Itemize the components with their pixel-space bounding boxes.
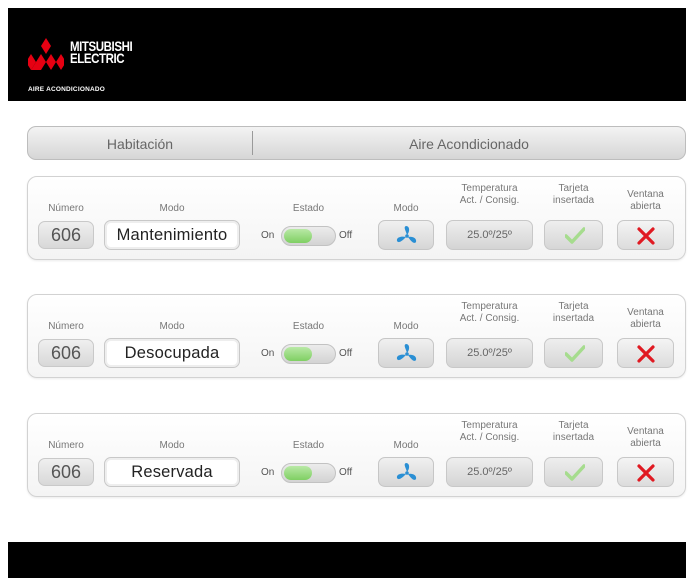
three-diamonds-icon — [28, 38, 64, 70]
ventana-abierta-indicator — [617, 338, 674, 368]
temperature-display: 25.0º/25º — [446, 338, 533, 368]
toggle-on-label: On — [261, 467, 275, 478]
estado-toggle[interactable] — [281, 463, 336, 483]
fan-icon — [396, 344, 417, 361]
room-mode-field[interactable]: Mantenimiento — [104, 220, 240, 250]
room-number: 606 — [38, 458, 94, 486]
brand-name: MITSUBISHI ELECTRIC — [70, 38, 133, 66]
modo-ac-label: Modo — [393, 203, 419, 214]
ventana-label: Ventana abierta — [627, 307, 664, 330]
numero-label: Número — [48, 440, 84, 451]
room-panel: Número Modo Estado Modo Temperatura Act. … — [27, 176, 686, 260]
estado-toggle[interactable] — [281, 226, 336, 246]
temperatura-label: Temperatura Act. / Consig. — [459, 301, 520, 324]
toggle-on-fill — [284, 466, 312, 480]
fan-icon — [396, 463, 417, 480]
numero-label: Número — [48, 203, 84, 214]
section-header: Habitación Aire Acondicionado — [27, 126, 686, 160]
ventana-label: Ventana abierta — [627, 189, 664, 212]
header-aire-acondicionado: Aire Acondicionado — [409, 136, 529, 152]
estado-label: Estado — [292, 440, 325, 451]
tarjeta-insertada-indicator — [544, 457, 603, 487]
modo-ac-label: Modo — [393, 440, 419, 451]
room-panel: Número Modo Estado Modo Temperatura Act. … — [27, 294, 686, 378]
check-icon — [565, 345, 585, 362]
mitsubishi-logo: MITSUBISHI ELECTRIC AIRE ACONDICIONADO — [28, 34, 178, 93]
check-icon — [565, 227, 585, 244]
temperatura-label: Temperatura Act. / Consig. — [459, 420, 520, 443]
room-number: 606 — [38, 221, 94, 249]
ac-mode-button[interactable] — [378, 220, 434, 250]
modo-label: Modo — [159, 321, 185, 332]
ventana-abierta-indicator — [617, 220, 674, 250]
modo-label: Modo — [159, 440, 185, 451]
room-mode-field[interactable]: Reservada — [104, 457, 240, 487]
close-x-icon — [637, 464, 655, 482]
bottom-bar — [8, 542, 686, 578]
top-bar: MITSUBISHI ELECTRIC AIRE ACONDICIONADO — [8, 8, 686, 101]
brand-subtitle: AIRE ACONDICIONADO — [28, 86, 106, 93]
modo-label: Modo — [159, 203, 185, 214]
estado-label: Estado — [292, 203, 325, 214]
ventana-label: Ventana abierta — [627, 426, 664, 449]
toggle-off-label: Off — [339, 348, 353, 359]
ventana-abierta-indicator — [617, 457, 674, 487]
estado-label: Estado — [292, 321, 325, 332]
tarjeta-label: Tarjeta insertada — [552, 420, 595, 443]
close-x-icon — [637, 345, 655, 363]
close-x-icon — [637, 227, 655, 245]
toggle-on-label: On — [261, 348, 275, 359]
tarjeta-label: Tarjeta insertada — [552, 301, 595, 324]
temperature-display: 25.0º/25º — [446, 457, 533, 487]
header-habitacion: Habitación — [106, 136, 174, 152]
ac-mode-button[interactable] — [378, 457, 434, 487]
numero-label: Número — [48, 321, 84, 332]
tarjeta-insertada-indicator — [544, 338, 603, 368]
temperature-display: 25.0º/25º — [446, 220, 533, 250]
tarjeta-insertada-indicator — [544, 220, 603, 250]
toggle-off-label: Off — [339, 467, 353, 478]
estado-toggle[interactable] — [281, 344, 336, 364]
tarjeta-label: Tarjeta insertada — [552, 183, 595, 206]
toggle-on-label: On — [261, 230, 275, 241]
room-mode-field[interactable]: Desocupada — [104, 338, 240, 368]
room-panel: Número Modo Estado Modo Temperatura Act. … — [27, 413, 686, 497]
fan-icon — [396, 226, 417, 243]
toggle-on-fill — [284, 229, 312, 243]
toggle-on-fill — [284, 347, 312, 361]
modo-ac-label: Modo — [393, 321, 419, 332]
temperatura-label: Temperatura Act. / Consig. — [459, 183, 520, 206]
ac-mode-button[interactable] — [378, 338, 434, 368]
check-icon — [565, 464, 585, 481]
room-number: 606 — [38, 339, 94, 367]
toggle-off-label: Off — [339, 230, 353, 241]
